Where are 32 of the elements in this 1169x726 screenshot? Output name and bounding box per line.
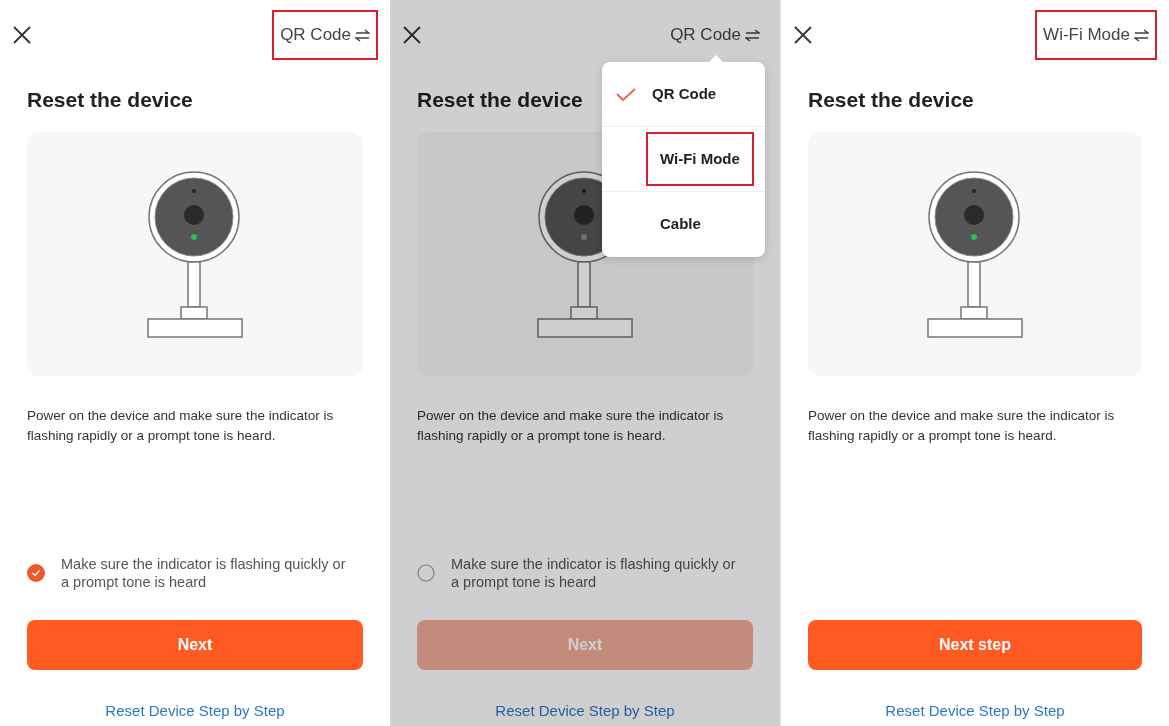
menu-item-label: QR Code xyxy=(651,83,718,104)
close-button[interactable] xyxy=(402,25,422,45)
checkbox[interactable] xyxy=(27,564,45,583)
confirm-text: Make sure the indicator is flashing quickly or a prompt tone is heard xyxy=(451,555,736,592)
check-icon xyxy=(616,87,636,101)
close-icon xyxy=(402,25,422,45)
confirm-text: Make sure the indicator is flashing quickly or a prompt tone is heard xyxy=(61,555,346,592)
swap-icon xyxy=(1134,28,1149,42)
menu-item[interactable]: Cable xyxy=(602,192,765,257)
menu-item[interactable]: QR Code xyxy=(602,62,765,127)
reset-guide-link[interactable]: Reset Device Step by Step xyxy=(495,699,675,722)
reset-guide-link[interactable]: Reset Device Step by Step xyxy=(885,699,1065,722)
swap-icon xyxy=(745,28,760,42)
close-icon xyxy=(793,25,813,45)
menu-item-label: Cable xyxy=(659,214,702,235)
mode-switch[interactable]: QR Code xyxy=(662,10,768,60)
page-title: Reset the device xyxy=(808,87,974,113)
swap-icon xyxy=(355,28,370,42)
mode-switch[interactable]: Wi-Fi Mode xyxy=(1035,10,1157,60)
description-text: Power on the device and make sure the indicator is flashing rapidly or a prompt tone is heard. xyxy=(27,406,335,446)
mode-switch[interactable]: QR Code xyxy=(272,10,378,60)
page-title: Reset the device xyxy=(27,87,193,113)
reset-guide-link[interactable]: Reset Device Step by Step xyxy=(105,699,285,722)
menu-item-label: Wi-Fi Mode xyxy=(646,131,754,187)
close-icon xyxy=(12,25,32,45)
close-button[interactable] xyxy=(12,25,32,45)
checkbox[interactable] xyxy=(417,564,435,583)
description-text: Power on the device and make sure the indicator is flashing rapidly or a prompt tone is heard. xyxy=(808,406,1116,446)
close-button[interactable] xyxy=(793,25,813,45)
description-text: Power on the device and make sure the indicator is flashing rapidly or a prompt tone is heard. xyxy=(417,406,725,446)
page-title: Reset the device xyxy=(417,87,583,113)
menu-item[interactable]: Wi-Fi Mode xyxy=(602,127,765,192)
